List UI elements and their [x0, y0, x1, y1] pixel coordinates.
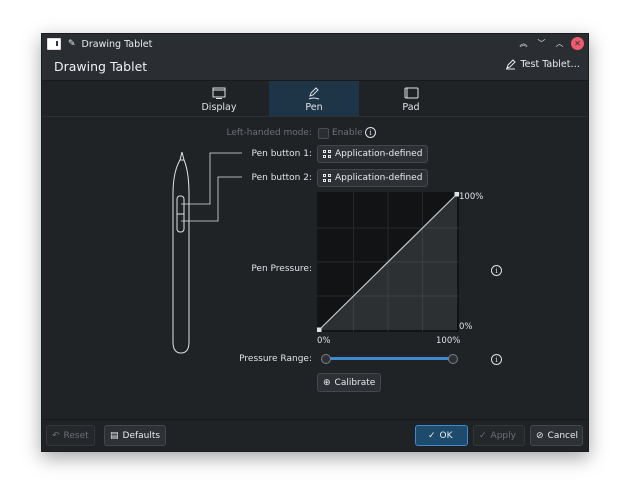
ok-button[interactable]: ✓ OK [415, 425, 468, 446]
apply-button[interactable]: ✓ Apply [473, 425, 525, 446]
curve-point [317, 327, 322, 332]
left-handed-checkbox[interactable] [318, 128, 329, 139]
info-icon[interactable]: i [491, 265, 502, 276]
pressure-range-max-handle[interactable] [448, 354, 458, 364]
tab-pen-label: Pen [305, 102, 323, 113]
test-tablet-button[interactable]: Test Tablet… [505, 59, 580, 70]
pen-illustration [172, 152, 242, 354]
close-icon[interactable]: ✕ [571, 37, 584, 50]
tab-pad[interactable]: Pad [366, 81, 456, 116]
grid-icon [323, 150, 331, 158]
grid-icon [323, 174, 331, 182]
y-tick-min: 0% [459, 322, 473, 332]
cancel-label: Cancel [547, 430, 579, 441]
drawing-tablet-window: ✎ Drawing Tablet ︽ ﹀ ︿ ✕ Drawing Tablet … [41, 33, 589, 452]
ok-label: OK [439, 430, 453, 441]
info-icon[interactable]: i [365, 127, 376, 138]
cancel-button[interactable]: ⊘ Cancel [530, 425, 583, 446]
window-controls: ︽ ﹀ ︿ ✕ [517, 37, 584, 50]
x-tick-min: 0% [317, 336, 331, 346]
footer: ↶ Reset ▤ Defaults ✓ OK ✓ Apply ⊘ Cancel [42, 419, 588, 451]
pressure-label: Pen Pressure: [251, 264, 312, 274]
pen-button2-value: Application-defined [335, 173, 423, 183]
app-icon [47, 38, 61, 50]
tab-display[interactable]: Display [174, 81, 264, 116]
pen-button2-select[interactable]: Application-defined [317, 169, 429, 187]
reset-label: Reset [63, 430, 89, 441]
pen-icon [506, 59, 517, 70]
apply-label: Apply [490, 430, 516, 441]
check-icon: ✓ [428, 430, 436, 441]
calibrate-button[interactable]: ⊕ Calibrate [317, 373, 382, 392]
crosshair-icon: ⊕ [323, 377, 331, 388]
minimize-icon[interactable]: ﹀ [535, 37, 548, 50]
undo-icon: ↶ [52, 430, 60, 441]
check-icon: ✓ [479, 430, 487, 441]
pen-button1-value: Application-defined [335, 149, 423, 159]
maximize-icon[interactable]: ︿ [553, 37, 566, 50]
cancel-icon: ⊘ [536, 430, 544, 441]
tab-bar: Display Pen Pad [42, 81, 588, 116]
x-tick-max: 100% [436, 336, 461, 346]
pin-icon[interactable]: ✎ [68, 39, 76, 49]
info-icon[interactable]: i [491, 354, 502, 365]
left-handed-checkbox-label: Enable [332, 128, 363, 138]
calibrate-label: Calibrate [334, 377, 376, 388]
display-icon [212, 87, 226, 99]
keep-above-icon[interactable]: ︽ [517, 37, 530, 50]
pressure-curve-chart[interactable] [317, 192, 459, 332]
test-tablet-label: Test Tablet… [520, 59, 580, 70]
page-header: Drawing Tablet Test Tablet… [42, 54, 588, 81]
window-title: Drawing Tablet [81, 38, 153, 50]
tab-pad-label: Pad [402, 102, 420, 113]
left-handed-label: Left-handed mode: [226, 128, 312, 138]
pressure-range-track[interactable] [326, 357, 453, 360]
tab-pen[interactable]: Pen [269, 81, 359, 116]
reset-button[interactable]: ↶ Reset [46, 425, 95, 446]
pressure-range-label: Pressure Range: [239, 354, 312, 364]
title-bar: ✎ Drawing Tablet ︽ ﹀ ︿ ✕ [42, 34, 588, 54]
pressure-range-min-handle[interactable] [321, 354, 331, 364]
pen-icon [308, 87, 320, 100]
tab-display-label: Display [201, 102, 237, 113]
pen-button1-select[interactable]: Application-defined [317, 145, 429, 163]
page-title: Drawing Tablet [54, 59, 148, 74]
y-tick-max: 100% [459, 192, 484, 202]
document-icon: ▤ [110, 430, 119, 441]
pad-icon [404, 87, 418, 99]
defaults-button[interactable]: ▤ Defaults [104, 425, 167, 446]
tab-divider [42, 116, 588, 117]
defaults-label: Defaults [122, 430, 161, 441]
